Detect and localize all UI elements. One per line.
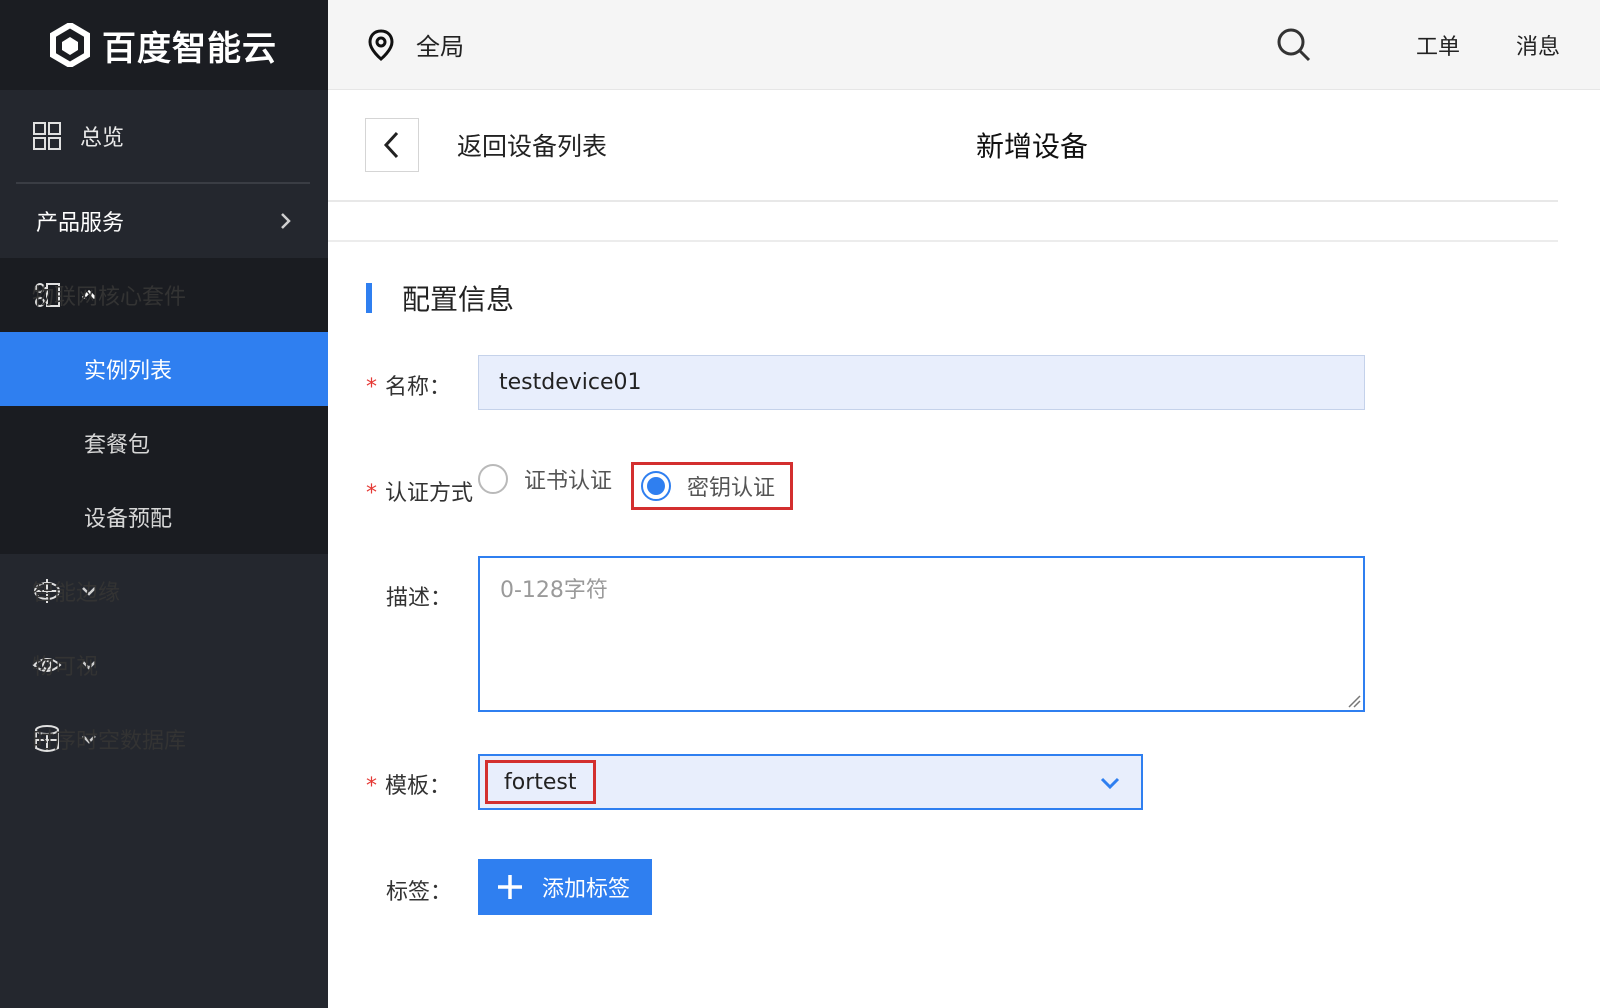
required-mark: * bbox=[366, 481, 377, 506]
sidebar-item-tsdb[interactable]: 时序时空数据库 bbox=[0, 702, 328, 776]
template-label: * 模板： bbox=[366, 768, 451, 800]
sidebar-item-label: 物可视 bbox=[32, 655, 99, 680]
radio-button-checked[interactable] bbox=[641, 471, 671, 501]
sidebar-item-instance-list[interactable]: 实例列表 bbox=[0, 332, 328, 406]
sidebar-item-package[interactable]: 套餐包 bbox=[0, 406, 328, 480]
template-select-value: fortest bbox=[485, 760, 596, 804]
description-textarea[interactable]: 0-128字符 bbox=[478, 556, 1365, 712]
back-button[interactable] bbox=[365, 118, 419, 172]
sidebar-item-edge[interactable]: 智能边缘 bbox=[0, 554, 328, 628]
back-link[interactable]: 返回设备列表 bbox=[457, 127, 607, 163]
sidebar-item-products[interactable]: 产品服务 bbox=[0, 184, 328, 258]
auth-option-key[interactable]: 密钥认证 bbox=[631, 462, 793, 510]
sidebar-item-label: 实例列表 bbox=[84, 359, 173, 384]
auth-label-text: 认证方式 bbox=[385, 481, 474, 506]
section-title: 配置信息 bbox=[366, 278, 514, 318]
name-input[interactable]: testdevice01 bbox=[478, 355, 1365, 410]
ticket-link[interactable]: 工单 bbox=[1416, 29, 1460, 61]
region-label: 全局 bbox=[416, 33, 464, 61]
chevron-left-icon bbox=[383, 131, 399, 159]
tags-label: 标签： bbox=[386, 880, 453, 905]
template-select[interactable]: fortest bbox=[478, 754, 1143, 810]
name-label-text: 名称： bbox=[385, 375, 452, 400]
cube-logo-icon bbox=[50, 23, 90, 67]
auth-label: * 认证方式 bbox=[366, 475, 473, 507]
template-label-text: 模板： bbox=[385, 774, 452, 799]
divider bbox=[328, 240, 1558, 242]
resize-handle-icon[interactable] bbox=[1347, 694, 1361, 708]
description-label: 描述： bbox=[386, 586, 453, 611]
name-label: * 名称： bbox=[366, 369, 451, 401]
brand-name: 百度智能云 bbox=[102, 28, 277, 69]
sidebar-item-overview[interactable]: 总览 bbox=[0, 90, 328, 182]
plus-icon bbox=[498, 875, 522, 899]
sidebar: 百度智能云 总览 产品服务 物联网核心套件 实例列表 套餐包 设备预配 智能边缘… bbox=[0, 0, 328, 1008]
top-bar: 全局 工单 消息 bbox=[328, 0, 1600, 90]
add-tag-label: 添加标签 bbox=[542, 877, 631, 902]
chevron-down-icon bbox=[1100, 777, 1120, 790]
page-header: 返回设备列表 新增设备 bbox=[328, 90, 1558, 202]
brand-logo[interactable]: 百度智能云 bbox=[0, 0, 328, 90]
section-title-text: 配置信息 bbox=[402, 283, 515, 316]
sidebar-item-device-provision[interactable]: 设备预配 bbox=[0, 480, 328, 554]
auth-option-cert[interactable]: 证书认证 bbox=[478, 463, 612, 495]
region-selector[interactable]: 全局 bbox=[368, 27, 464, 62]
auth-option-label: 证书认证 bbox=[524, 469, 613, 494]
required-mark: * bbox=[366, 375, 377, 400]
chevron-right-icon bbox=[281, 213, 291, 229]
search-icon[interactable] bbox=[1276, 27, 1312, 63]
required-mark: * bbox=[366, 774, 377, 799]
sidebar-item-visual[interactable]: 物可视 bbox=[0, 628, 328, 702]
radio-button[interactable] bbox=[478, 464, 508, 494]
sidebar-item-label: 智能边缘 bbox=[32, 581, 121, 606]
sidebar-item-label: 套餐包 bbox=[84, 433, 151, 458]
description-placeholder: 0-128字符 bbox=[500, 578, 608, 603]
sidebar-item-label: 设备预配 bbox=[84, 507, 173, 532]
name-input-value: testdevice01 bbox=[499, 370, 642, 395]
sidebar-group-iot-core[interactable]: 物联网核心套件 bbox=[0, 258, 328, 332]
sidebar-group-label: 物联网核心套件 bbox=[32, 285, 187, 310]
page-title: 新增设备 bbox=[976, 130, 1089, 163]
message-link[interactable]: 消息 bbox=[1516, 29, 1560, 61]
section-accent-bar bbox=[366, 283, 372, 313]
location-pin-icon bbox=[368, 28, 394, 61]
sidebar-item-label: 时序时空数据库 bbox=[32, 729, 187, 754]
auth-radio-group: 证书认证 bbox=[478, 463, 612, 495]
add-tag-button[interactable]: 添加标签 bbox=[478, 859, 652, 915]
sidebar-item-label: 总览 bbox=[80, 126, 125, 151]
grid-icon bbox=[33, 122, 61, 150]
sidebar-item-label: 产品服务 bbox=[36, 211, 125, 236]
auth-option-label: 密钥认证 bbox=[687, 476, 776, 501]
